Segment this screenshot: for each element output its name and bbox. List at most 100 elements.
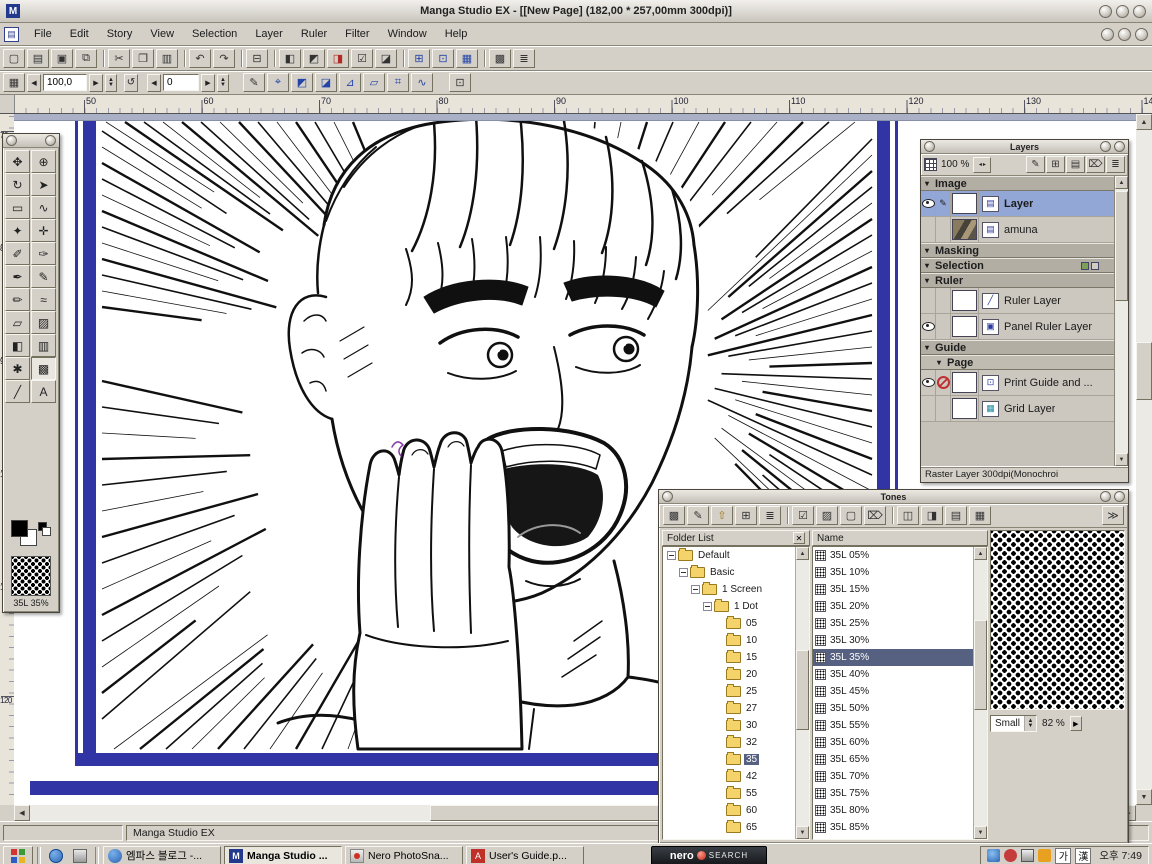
- layers-scroll-thumb[interactable]: [1115, 191, 1128, 301]
- swap-colors-icon[interactable]: [42, 527, 51, 536]
- menu-item[interactable]: View: [141, 26, 183, 42]
- rotate-left-button[interactable]: [147, 74, 161, 92]
- layer-row[interactable]: Guide: [921, 340, 1115, 355]
- layer-row[interactable]: amuna: [921, 217, 1115, 243]
- layer-row[interactable]: Layer: [921, 191, 1115, 217]
- move-layer-tool[interactable]: ✛: [31, 219, 56, 242]
- layers-scrollbar[interactable]: ▲ ▼: [1114, 176, 1128, 466]
- taskbar-window-button[interactable]: Nero PhotoSna...: [345, 846, 463, 864]
- selection-pen-tool[interactable]: ✐: [5, 242, 30, 265]
- title-bar[interactable]: M Manga Studio EX - [[New Page] (182,00 …: [0, 0, 1152, 23]
- folder-item[interactable]: 15: [663, 649, 795, 666]
- story-export-button[interactable]: ◪: [375, 49, 397, 68]
- view-rows-button[interactable]: ▤: [945, 506, 967, 525]
- story-pages-button[interactable]: ◧: [279, 49, 301, 68]
- tone-item[interactable]: 35L 45%: [813, 683, 973, 700]
- start-button[interactable]: [3, 846, 33, 864]
- new-folder-button[interactable]: ▤: [1066, 156, 1085, 173]
- menu-item[interactable]: Selection: [183, 26, 246, 42]
- taskbar-clock[interactable]: 오후 7:49: [1095, 848, 1142, 863]
- tone-item[interactable]: 35L 75%: [813, 785, 973, 802]
- minimize-button[interactable]: [1099, 5, 1112, 18]
- scroll-down-icon[interactable]: ▼: [1136, 789, 1152, 805]
- layer-row[interactable]: Ruler: [921, 273, 1115, 288]
- visibility-toggle[interactable]: [921, 396, 936, 421]
- menu-item[interactable]: Ruler: [292, 26, 336, 42]
- gradation-tool[interactable]: ▥: [31, 334, 56, 357]
- menu-item[interactable]: Filter: [336, 26, 378, 42]
- folder-item[interactable]: 10: [663, 632, 795, 649]
- layers-close-button[interactable]: [1114, 141, 1125, 152]
- layer-row[interactable]: Panel Ruler Layer: [921, 314, 1115, 340]
- console-button[interactable]: ⊞: [408, 49, 430, 68]
- document-icon[interactable]: ▤: [4, 27, 19, 42]
- tone-list-scrollbar[interactable]: ▲ ▼: [973, 547, 987, 839]
- visibility-toggle[interactable]: [921, 370, 936, 395]
- visibility-toggle[interactable]: [921, 314, 936, 339]
- preview-size-spinner[interactable]: [1024, 716, 1036, 731]
- save-all-button[interactable]: ⧉: [75, 49, 97, 68]
- object-selector-tool[interactable]: ➤: [31, 173, 56, 196]
- tone-item[interactable]: 35L 55%: [813, 717, 973, 734]
- zoom-tool[interactable]: ⊕: [31, 150, 56, 173]
- tone-scroll-thumb[interactable]: [974, 620, 987, 710]
- menu-item[interactable]: Edit: [61, 26, 98, 42]
- folder-list-close-button[interactable]: [793, 532, 805, 544]
- preview-size-select[interactable]: Small: [990, 715, 1037, 732]
- tone-item[interactable]: 35L 85%: [813, 819, 973, 836]
- layer-row[interactable]: Masking: [921, 243, 1115, 258]
- pattern-brush-tool[interactable]: ▨: [31, 311, 56, 334]
- vertical-scroll-thumb[interactable]: [1136, 342, 1152, 400]
- copy-button[interactable]: ❐: [132, 49, 154, 68]
- marquee-tool[interactable]: ▭: [5, 196, 30, 219]
- new-tone-button[interactable]: ▢: [840, 506, 862, 525]
- menu-item[interactable]: Help: [436, 26, 477, 42]
- save-button[interactable]: ▣: [51, 49, 73, 68]
- scroll-left-icon[interactable]: ◀: [14, 805, 30, 821]
- folder-item[interactable]: Default: [663, 547, 795, 564]
- menu-item[interactable]: File: [25, 26, 61, 42]
- foreground-color-chip[interactable]: [11, 520, 28, 537]
- draw-state-cell[interactable]: [936, 314, 951, 339]
- folder-item[interactable]: Basic: [663, 564, 795, 581]
- layer-row[interactable]: Grid Layer: [921, 396, 1115, 422]
- toolbox-close-button[interactable]: [45, 135, 56, 146]
- tone-check-button[interactable]: ☑: [792, 506, 814, 525]
- zoom-input[interactable]: [43, 74, 87, 91]
- zoom-out-button[interactable]: [27, 74, 41, 92]
- story-list-button[interactable]: ◩: [303, 49, 325, 68]
- tones-menu-button[interactable]: ≫: [1102, 506, 1124, 525]
- draft-pen-button[interactable]: ✎: [243, 73, 265, 92]
- folder-item[interactable]: 25: [663, 683, 795, 700]
- tone-item[interactable]: 35L 70%: [813, 768, 973, 785]
- snap-grid-button[interactable]: ⌗: [387, 73, 409, 92]
- snap-perspective-button[interactable]: ⊿: [339, 73, 361, 92]
- nero-search-deskbar[interactable]: nero SEARCH: [651, 846, 767, 864]
- tray-antivirus-icon[interactable]: [1004, 849, 1017, 862]
- tones-close-button[interactable]: [1114, 491, 1125, 502]
- tones-title-bar[interactable]: Tones: [659, 490, 1128, 504]
- folder-item[interactable]: 60: [663, 802, 795, 819]
- layer-edit-button[interactable]: ✎: [1026, 156, 1045, 173]
- tone-item[interactable]: 35L 40%: [813, 666, 973, 683]
- folder-scroll-thumb[interactable]: [796, 650, 809, 730]
- grid-view-button[interactable]: ⊡: [432, 49, 454, 68]
- snap-focus-button[interactable]: ▱: [363, 73, 385, 92]
- scroll-down-icon[interactable]: ▼: [1115, 453, 1128, 466]
- zoom-spinner[interactable]: [105, 74, 117, 92]
- section-collapse-icon[interactable]: [921, 179, 933, 188]
- snap-target-button[interactable]: ⌖: [267, 73, 289, 92]
- lasso-tool[interactable]: ∿: [31, 196, 56, 219]
- draw-state-cell[interactable]: [936, 191, 951, 216]
- draw-state-cell[interactable]: [936, 217, 951, 242]
- folder-item[interactable]: 32: [663, 734, 795, 751]
- folder-item[interactable]: 27: [663, 700, 795, 717]
- scroll-up-icon[interactable]: ▲: [1136, 114, 1152, 130]
- tray-volume-icon[interactable]: [1021, 849, 1034, 862]
- fill-tool[interactable]: ◧: [5, 334, 30, 357]
- taskbar-window-button[interactable]: User's Guide.p...: [466, 846, 584, 864]
- paste-button[interactable]: ▥: [156, 49, 178, 68]
- open-button[interactable]: ▤: [27, 49, 49, 68]
- section-collapse-icon[interactable]: [933, 358, 945, 367]
- visibility-toggle[interactable]: [921, 217, 936, 242]
